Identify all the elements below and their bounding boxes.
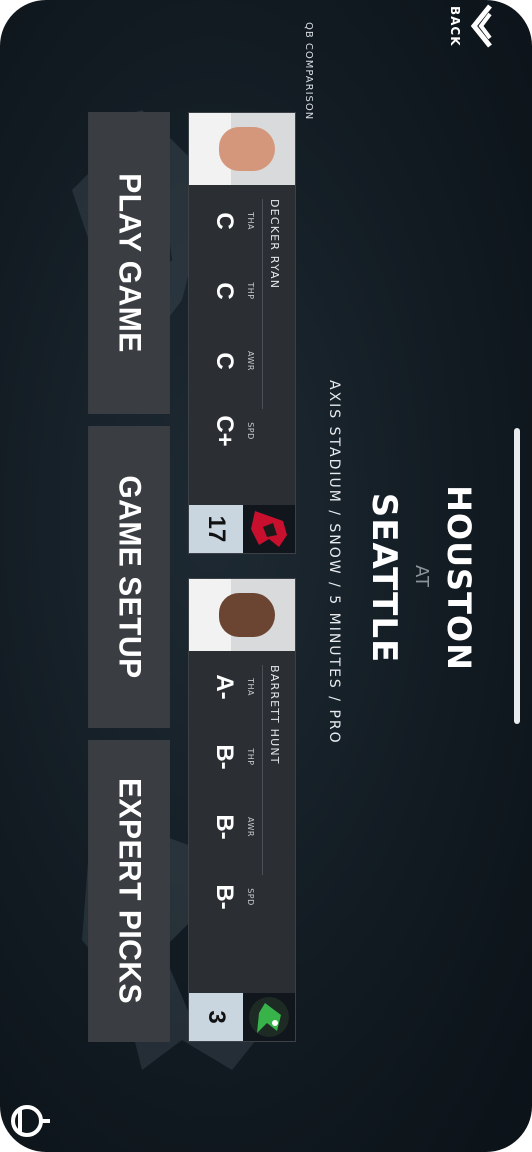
phone-screen: HOUSTON AT SEATTLE AXIS STADIUM / SNOW /… — [0, 0, 532, 1152]
back-label[interactable]: BACK — [448, 6, 462, 47]
expert-picks-button[interactable]: EXPERT PICKS — [88, 740, 170, 1042]
at-label: AT — [411, 565, 432, 587]
game-setup-button[interactable]: GAME SETUP — [88, 426, 170, 728]
whistle-icon[interactable] — [4, 1098, 50, 1144]
stat-thp: THP B- — [211, 744, 255, 770]
team-badge: 3 — [189, 993, 295, 1041]
qb-comparison-title: QB COMPARISON — [303, 22, 314, 121]
jersey-number: 17 — [189, 505, 243, 553]
stat-tha: THA A- — [211, 674, 255, 700]
game-details: AXIS STADIUM / SNOW / 5 MINUTES / PRO — [326, 380, 342, 745]
qb-card-decker-ryan: DECKER RYAN THA C THP C AWR C SPD C+ 17 — [188, 112, 296, 554]
stat-tha: THA C — [211, 212, 255, 230]
seattle-logo-icon — [243, 993, 295, 1041]
stat-awr: AWR C — [211, 350, 255, 371]
team-badge: 17 — [189, 505, 295, 553]
double-chevron-icon[interactable] — [470, 2, 492, 50]
player-photo — [189, 113, 295, 185]
stat-awr: AWR B- — [211, 814, 255, 840]
stat-spd: SPD C+ — [211, 415, 255, 447]
player-name: BARRETT HUNT — [268, 665, 281, 765]
landscape-canvas: HOUSTON AT SEATTLE AXIS STADIUM / SNOW /… — [0, 0, 532, 1152]
player-name: DECKER RYAN — [268, 199, 281, 290]
away-team-name: SEATTLE — [364, 492, 404, 664]
stat-thp: THP C — [211, 282, 255, 300]
scroll-indicator[interactable] — [514, 428, 520, 724]
play-game-button[interactable]: PLAY GAME — [88, 112, 170, 414]
jersey-number: 3 — [189, 993, 243, 1041]
qb-card-barrett-hunt: BARRETT HUNT THA A- THP B- AWR B- SPD B- — [188, 578, 296, 1042]
stat-spd: SPD B- — [211, 884, 255, 910]
houston-logo-icon — [243, 505, 295, 553]
player-photo — [189, 579, 295, 651]
home-team-name: HOUSTON — [440, 485, 478, 671]
